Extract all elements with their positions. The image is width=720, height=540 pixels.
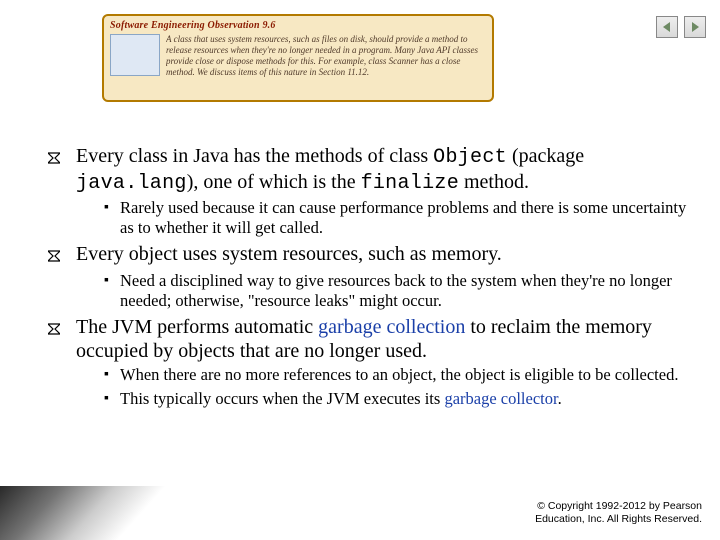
sub-bullet-marker: ▪ <box>104 389 120 409</box>
bullet-marker <box>48 242 76 269</box>
sub-bullet-marker: ▪ <box>104 365 120 385</box>
sub-bullet-item: ▪This typically occurs when the JVM exec… <box>104 389 690 409</box>
triangle-right-icon <box>689 21 701 33</box>
bullet-item: Every object uses system resources, such… <box>48 242 690 269</box>
sub-bullet-text: Rarely used because it can cause perform… <box>120 198 690 238</box>
prev-button[interactable] <box>656 16 678 38</box>
bullet-text: The JVM performs automatic garbage colle… <box>76 315 690 363</box>
nav-controls <box>656 16 706 38</box>
bullet-item: The JVM performs automatic garbage colle… <box>48 315 690 363</box>
triangle-left-icon <box>661 21 673 33</box>
content-body: Every class in Java has the methods of c… <box>48 144 690 413</box>
callout-header: Software Engineering Observation 9.6 <box>110 20 486 31</box>
bullet-marker <box>48 315 76 342</box>
footer-line: Education, Inc. All Rights Reserved. <box>0 513 702 526</box>
slide: Software Engineering Observation 9.6 A c… <box>0 0 720 540</box>
sub-bullet-text: When there are no more references to an … <box>120 365 690 385</box>
sub-bullet-marker: ▪ <box>104 198 120 218</box>
sub-bullet-marker: ▪ <box>104 271 120 291</box>
callout-icon <box>110 34 160 76</box>
bullet-item: Every class in Java has the methods of c… <box>48 144 690 196</box>
sub-bullet-item: ▪When there are no more references to an… <box>104 365 690 385</box>
sub-bullet-item: ▪Rarely used because it can cause perfor… <box>104 198 690 238</box>
bullet-marker <box>48 144 76 171</box>
sub-bullet-item: ▪Need a disciplined way to give resource… <box>104 271 690 311</box>
sub-bullet-text: This typically occurs when the JVM execu… <box>120 389 690 409</box>
bullet-text: Every object uses system resources, such… <box>76 242 690 266</box>
footer-line: © Copyright 1992-2012 by Pearson <box>0 500 702 513</box>
bullet-text: Every class in Java has the methods of c… <box>76 144 690 196</box>
observation-callout: Software Engineering Observation 9.6 A c… <box>102 14 494 102</box>
copyright-footer: © Copyright 1992-2012 by Pearson Educati… <box>0 500 702 526</box>
sub-bullet-text: Need a disciplined way to give resources… <box>120 271 690 311</box>
next-button[interactable] <box>684 16 706 38</box>
callout-body: A class that uses system resources, such… <box>166 34 486 96</box>
